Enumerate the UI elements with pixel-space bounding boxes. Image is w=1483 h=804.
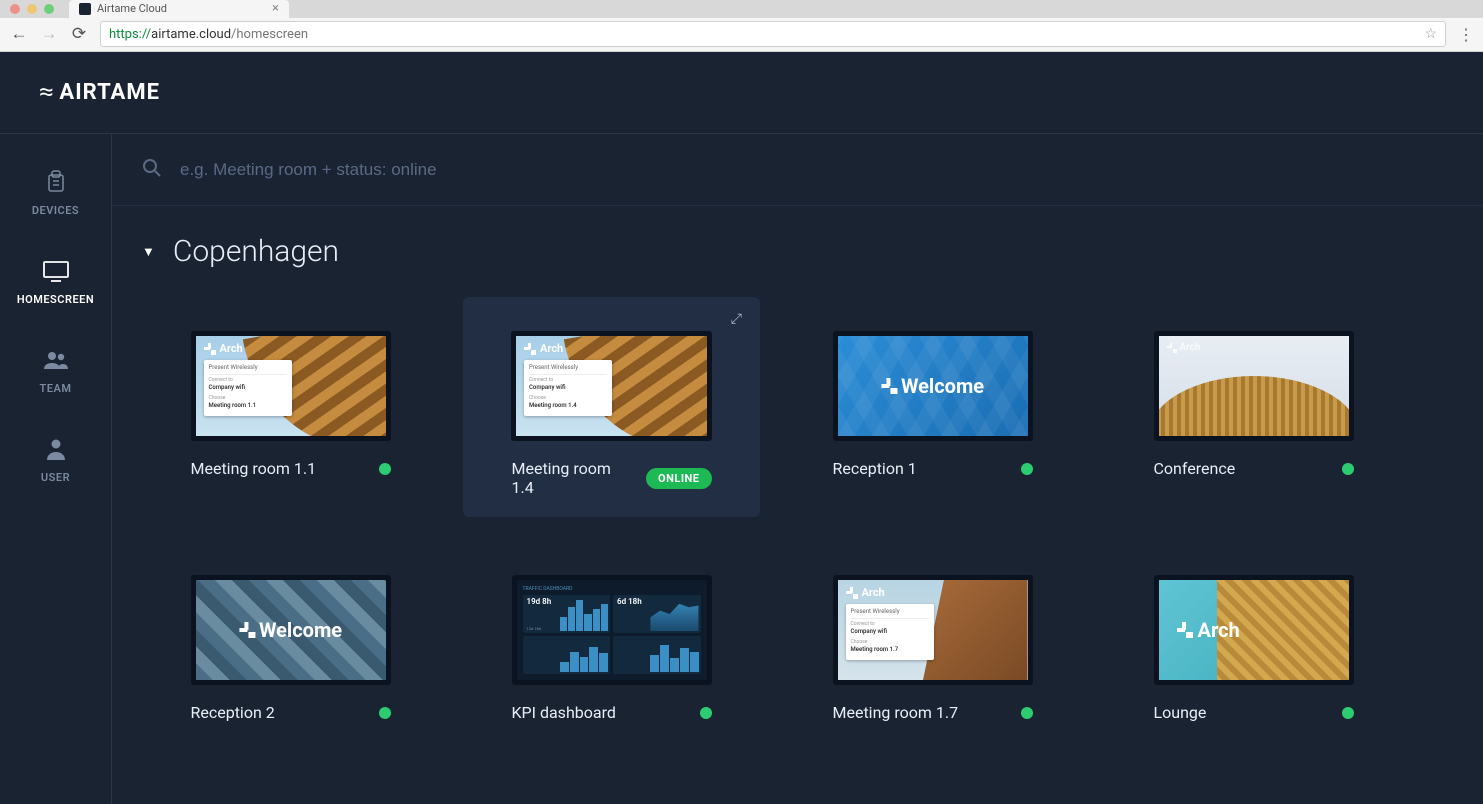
device-name: Lounge	[1154, 703, 1207, 722]
group-title: Copenhagen	[173, 234, 339, 269]
device-name: Conference	[1154, 459, 1236, 478]
status-indicator	[379, 463, 391, 475]
expand-icon[interactable]: ⤢	[731, 311, 742, 327]
forward-button[interactable]: →	[40, 26, 58, 43]
back-button[interactable]: ←	[10, 26, 28, 43]
favicon-icon	[79, 3, 91, 15]
brand-logo[interactable]: ≈ AIRTAME	[40, 80, 160, 105]
brand-name: AIRTAME	[59, 80, 160, 105]
search-bar	[112, 134, 1483, 206]
device-card[interactable]: Arch Conference	[1105, 297, 1402, 517]
reload-button[interactable]: ⟳	[70, 26, 88, 43]
device-card[interactable]: Welcome Reception 2	[142, 541, 439, 742]
status-indicator	[379, 707, 391, 719]
nav-bar: ← → ⟳ https://airtame.cloud/homescreen ☆…	[0, 18, 1483, 51]
device-thumbnail: Arch	[1154, 331, 1354, 441]
device-thumbnail: Arch Present Wirelessly Connect to Compa…	[511, 331, 712, 441]
status-indicator	[1021, 707, 1033, 719]
device-name: Meeting room 1.7	[833, 703, 959, 722]
device-thumbnail: TRAFFIC DASHBOARD 19d 8h12d 18h 6d 18h	[512, 575, 712, 685]
browser-menu-icon[interactable]: ⋮	[1458, 25, 1473, 44]
sidebar-item-user[interactable]: USER	[0, 429, 111, 490]
device-card[interactable]: ⤢ Arch Present Wirelessly Connect to Com…	[463, 297, 760, 517]
device-card[interactable]: Arch Present Wirelessly Connect to Compa…	[142, 297, 439, 517]
device-name: Meeting room 1.4	[512, 459, 637, 497]
browser-chrome: Airtame Cloud × ← → ⟳ https://airtame.cl…	[0, 0, 1483, 52]
device-name: Reception 1	[833, 459, 917, 478]
devices-icon	[42, 168, 70, 196]
url-host: airtame.cloud	[151, 27, 231, 42]
close-tab-icon[interactable]: ×	[272, 2, 279, 15]
device-thumbnail: Arch	[1154, 575, 1354, 685]
search-input[interactable]	[180, 160, 1453, 180]
device-name: Reception 2	[191, 703, 275, 722]
app-header: ≈ AIRTAME	[0, 52, 1483, 134]
device-card[interactable]: Welcome Reception 1	[784, 297, 1081, 517]
sidebar-item-devices[interactable]: DEVICES	[0, 162, 111, 223]
url-bar[interactable]: https://airtame.cloud/homescreen ☆	[100, 21, 1446, 47]
monitor-icon	[41, 257, 71, 285]
device-grid: Arch Present Wirelessly Connect to Compa…	[142, 297, 1402, 742]
user-icon	[45, 435, 67, 463]
url-protocol: https://	[109, 27, 151, 42]
group-header[interactable]: ▼ Copenhagen	[142, 234, 1453, 269]
status-indicator	[1021, 463, 1033, 475]
sidebar: DEVICES HOMESCREEN TEAM USER	[0, 134, 112, 804]
device-thumbnail: Arch Present Wirelessly Connect to Compa…	[191, 331, 391, 441]
search-icon	[142, 158, 162, 182]
status-indicator	[1342, 707, 1354, 719]
sidebar-item-label: HOMESCREEN	[17, 293, 94, 306]
url-path: /homescreen	[231, 27, 308, 42]
bookmark-icon[interactable]: ☆	[1424, 26, 1437, 42]
sidebar-item-label: USER	[41, 471, 70, 484]
caret-down-icon: ▼	[142, 244, 155, 260]
sidebar-item-team[interactable]: TEAM	[0, 340, 111, 401]
browser-tab[interactable]: Airtame Cloud ×	[69, 0, 289, 18]
window-controls[interactable]	[10, 4, 54, 14]
app-root: ≈ AIRTAME DEVICES HOMESCREEN TEA	[0, 52, 1483, 804]
sidebar-item-label: TEAM	[40, 382, 72, 395]
device-thumbnail: Welcome	[191, 575, 391, 685]
sidebar-item-label: DEVICES	[32, 204, 79, 217]
sidebar-item-homescreen[interactable]: HOMESCREEN	[0, 251, 111, 312]
logo-icon: ≈	[39, 80, 50, 105]
tab-title: Airtame Cloud	[97, 2, 167, 15]
device-card[interactable]: TRAFFIC DASHBOARD 19d 8h12d 18h 6d 18h K…	[463, 541, 760, 742]
status-indicator	[700, 707, 712, 719]
device-card[interactable]: Arch Lounge	[1105, 541, 1402, 742]
tab-bar: Airtame Cloud ×	[0, 0, 1483, 18]
team-icon	[42, 346, 70, 374]
device-name: KPI dashboard	[512, 703, 616, 722]
device-thumbnail: Arch Present Wirelessly Connect to Compa…	[833, 575, 1033, 685]
status-badge: ONLINE	[646, 468, 711, 489]
main-content: ▼ Copenhagen Arch Present Wirelessly	[112, 134, 1483, 804]
status-indicator	[1342, 463, 1354, 475]
device-name: Meeting room 1.1	[191, 459, 317, 478]
device-thumbnail: Welcome	[833, 331, 1033, 441]
device-card[interactable]: Arch Present Wirelessly Connect to Compa…	[784, 541, 1081, 742]
